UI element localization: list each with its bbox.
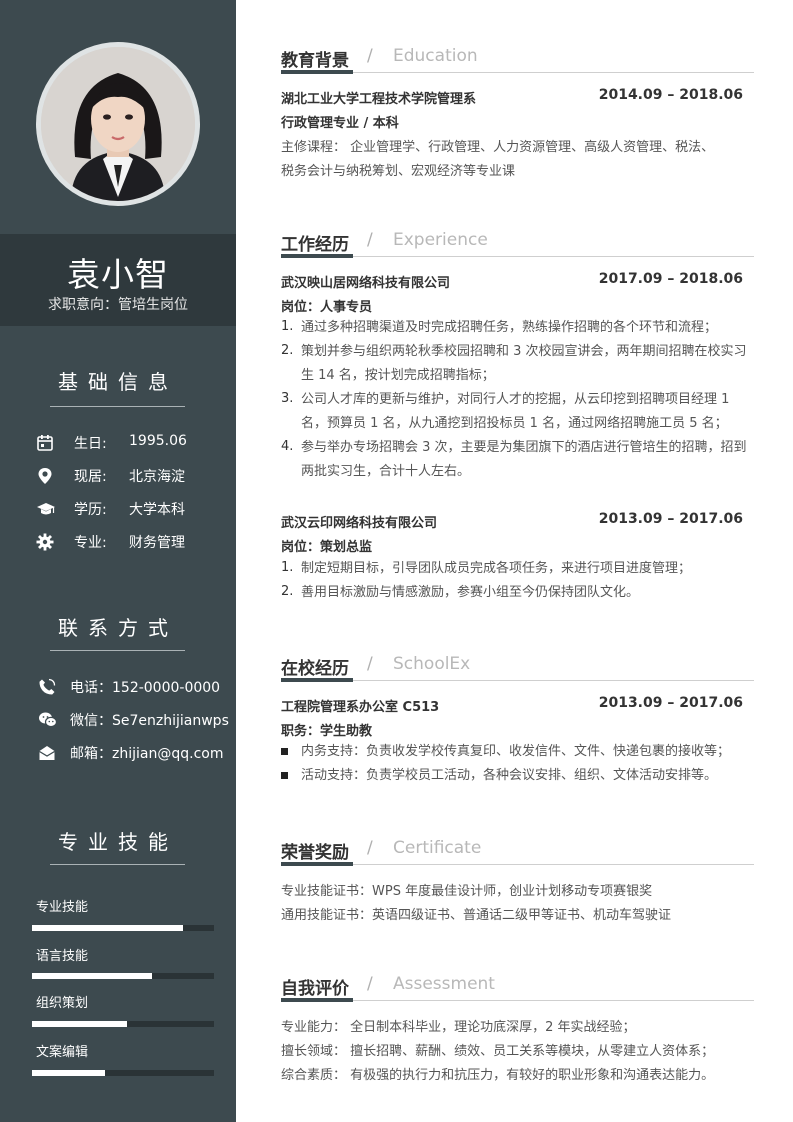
section-header-school: 在校经历 / SchoolEx — [281, 650, 754, 682]
section-subtitle: Experience — [393, 230, 488, 250]
profile-photo — [41, 47, 195, 201]
divider — [50, 406, 185, 407]
list-item: 公司人才库的更新与维护，对同行人才的挖掘，从云印挖到招聘项目经理 1 名，预算员… — [301, 392, 730, 431]
courses-line: 税务会计与纳税筹划、宏观经济等专业课 — [281, 164, 516, 179]
gear-icon — [36, 533, 56, 553]
section-subtitle: Education — [393, 46, 478, 66]
job-date: 2017.09 – 2018.06 — [598, 271, 743, 287]
courses-line: 主修课程： 企业管理学、行政管理、人力资源管理、高级人资管理、税法、 — [281, 140, 715, 155]
section-header-education: 教育背景 / Education — [281, 42, 754, 74]
sidebar: 袁小智 求职意向：管培生岗位 基础信息 生日: 1995.06 现居: 北京海淀… — [0, 0, 236, 1122]
skills-title: 专业技能 — [58, 830, 178, 854]
section-title: 自我评价 — [281, 979, 349, 999]
info-value: 1995.06 — [129, 433, 187, 449]
section-slash: / — [367, 974, 373, 994]
skill-bar — [32, 1021, 214, 1027]
section-title: 教育背景 — [281, 51, 349, 71]
list-number: 1. — [281, 319, 294, 334]
calendar-icon — [36, 434, 56, 454]
list-number: 4. — [281, 439, 294, 454]
basic-info-title: 基础信息 — [58, 370, 178, 394]
section-slash: / — [367, 46, 373, 66]
section-subtitle: Assessment — [393, 974, 495, 994]
phone-icon — [38, 678, 58, 698]
section-rule-accent — [281, 678, 353, 682]
contact-text: 邮箱：zhijian@qq.com — [70, 746, 224, 762]
list-item: 通过多种招聘渠道及时完成招聘任务，熟练操作招聘的各个环节和流程； — [301, 320, 718, 335]
skill-label: 语言技能 — [36, 949, 89, 964]
school-date: 2013.09 – 2017.06 — [598, 695, 743, 711]
contact-title: 联系方式 — [58, 616, 178, 640]
candidate-name: 袁小智 — [67, 255, 169, 294]
skill-bar — [32, 973, 214, 979]
info-label: 现居: — [74, 469, 107, 485]
divider — [50, 864, 185, 865]
list-item: 制定短期目标，引导团队成员完成各项任务，来进行项目进度管理； — [301, 561, 692, 576]
skill-bar-fill — [32, 1021, 127, 1027]
section-title: 工作经历 — [281, 235, 349, 255]
section-header-experience: 工作经历 / Experience — [281, 226, 754, 258]
section-header-assessment: 自我评价 / Assessment — [281, 970, 754, 1002]
bullet-square — [281, 748, 288, 755]
info-label: 学历: — [74, 502, 107, 518]
mail-icon — [38, 744, 58, 764]
name-band: 袁小智 求职意向：管培生岗位 — [0, 234, 236, 326]
list-number: 2. — [281, 343, 294, 358]
assessment-line: 专业能力： 全日制本科毕业，理论功底深厚，2 年实战经验； — [281, 1020, 636, 1035]
certificate-line: 专业技能证书：WPS 年度最佳设计师，创业计划移动专项赛银奖 — [281, 884, 653, 899]
section-title: 在校经历 — [281, 659, 349, 679]
info-value: 北京海淀 — [129, 469, 185, 485]
list-item: 内务支持：负责收发学校传真复印、收发信件、文件、快递包裹的接收等； — [301, 744, 731, 759]
skill-label: 专业技能 — [36, 900, 89, 915]
skill-bar-fill — [32, 1070, 105, 1076]
skill-bar — [32, 1070, 214, 1076]
section-header-certificate: 荣誉奖励 / Certificate — [281, 834, 754, 866]
list-item: 活动支持：负责学校员工活动，各种会议安排、组织、文体活动安排等。 — [301, 768, 718, 783]
skill-label: 组织策划 — [36, 996, 89, 1011]
section-rule-accent — [281, 254, 353, 258]
assessment-line: 综合素质： 有极强的执行力和抗压力，有较好的职业形象和沟通表达能力。 — [281, 1068, 715, 1083]
job-role: 岗位：策划总监 — [281, 540, 373, 555]
list-item: 善用目标激励与情感激励，参赛小组至今仍保持团队文化。 — [301, 585, 640, 600]
skill-bar — [32, 925, 214, 931]
section-slash: / — [367, 230, 373, 250]
section-rule-accent — [281, 862, 353, 866]
section-rule-accent — [281, 70, 353, 74]
contact-text: 电话：152-0000-0000 — [70, 680, 221, 696]
info-label: 专业: — [74, 535, 107, 551]
divider — [50, 650, 185, 651]
skill-bar-fill — [32, 925, 184, 931]
wechat-icon — [38, 711, 58, 731]
major: 行政管理专业 / 本科 — [281, 116, 399, 131]
list-number: 2. — [281, 584, 294, 599]
school-role: 职务：学生助教 — [281, 724, 373, 739]
bullet-square — [281, 772, 288, 779]
section-subtitle: Certificate — [393, 838, 482, 858]
job-date: 2013.09 – 2017.06 — [598, 511, 743, 527]
section-rule-accent — [281, 998, 353, 1002]
education-date: 2014.09 – 2018.06 — [598, 87, 743, 103]
list-number: 1. — [281, 560, 294, 575]
graduation-cap-icon — [36, 500, 56, 520]
section-title: 荣誉奖励 — [281, 843, 349, 863]
list-number: 3. — [281, 391, 294, 406]
info-label: 生日: — [74, 436, 107, 452]
section-subtitle: SchoolEx — [393, 654, 471, 674]
section-slash: / — [367, 654, 373, 674]
avatar — [36, 42, 200, 206]
section-slash: / — [367, 838, 373, 858]
certificate-line: 通用技能证书：英语四级证书、普通话二级甲等证书、机动车驾驶证 — [281, 908, 672, 923]
list-item: 参与举办专场招聘会 3 次，主要是为集团旗下的酒店进行管培生的招聘，招到两批实习… — [301, 440, 747, 479]
assessment-line: 擅长领域： 擅长招聘、薪酬、绩效、员工关系等模块，从零建立人资体系； — [281, 1044, 715, 1059]
skill-bar-fill — [32, 973, 153, 979]
contact-text: 微信：Se7enzhijianwps — [70, 713, 229, 729]
location-pin-icon — [36, 467, 56, 487]
job-role: 岗位：人事专员 — [281, 300, 373, 315]
info-value: 财务管理 — [129, 535, 185, 551]
skill-label: 文案编辑 — [36, 1045, 89, 1060]
job-intent: 求职意向：管培生岗位 — [48, 297, 188, 313]
info-value: 大学本科 — [129, 502, 185, 518]
list-item: 策划并参与组织两轮秋季校园招聘和 3 次校园宣讲会，两年期间招聘在校实习生 14… — [301, 344, 747, 383]
